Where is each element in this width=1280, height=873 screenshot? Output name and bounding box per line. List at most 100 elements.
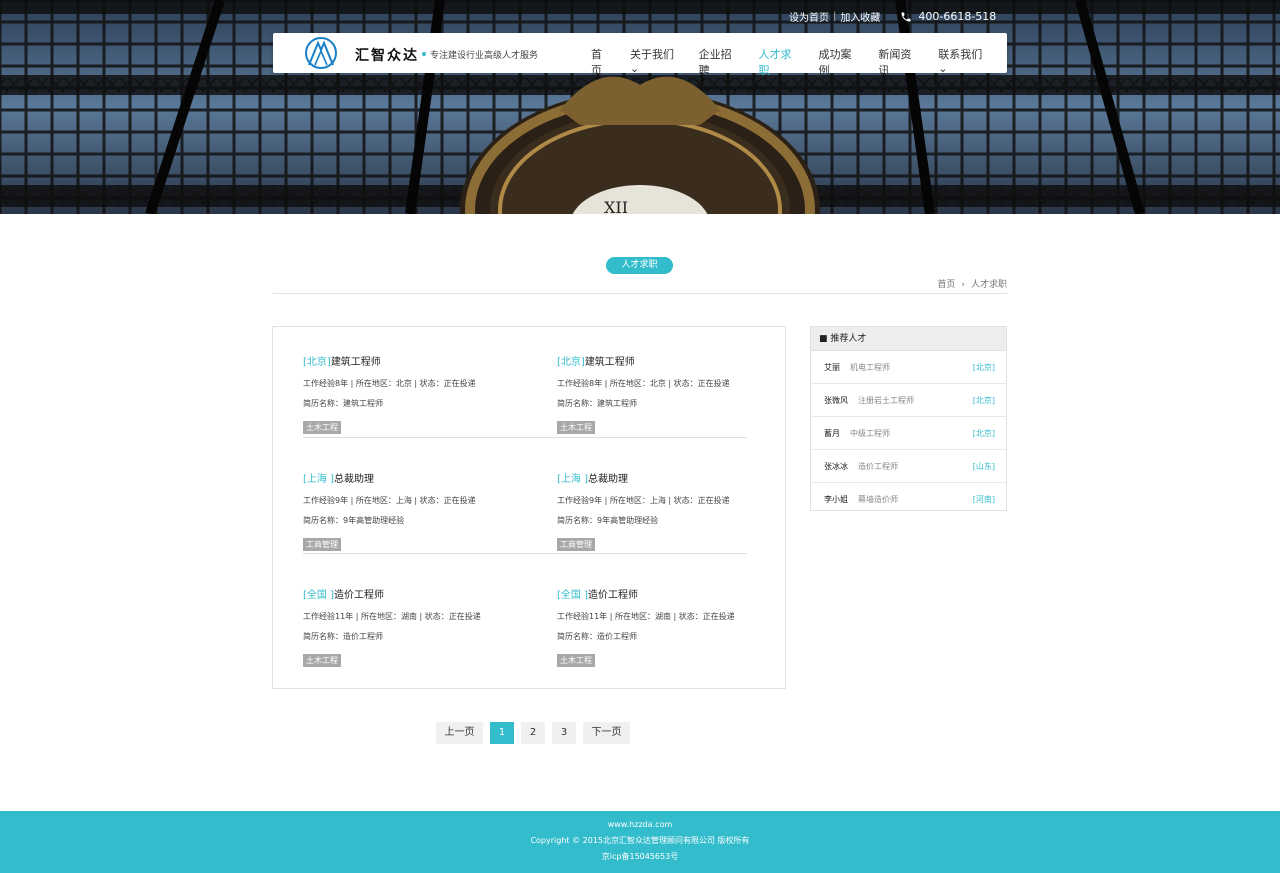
- page-button[interactable]: 2: [521, 722, 545, 744]
- talent-location: [河南]: [972, 495, 995, 504]
- card-position[interactable]: 总裁助理: [334, 474, 374, 485]
- card-meta: 工作经验8年 | 所在地区：北京 | 状态：正在投递: [303, 379, 476, 388]
- talent-job: 注册岩土工程师: [858, 395, 914, 405]
- breadcrumb-current: 人才求职: [970, 280, 1007, 290]
- prev-page-button[interactable]: 上一页: [436, 722, 483, 744]
- talent-name: 张微风: [824, 395, 848, 405]
- card-resume: 简历名称：9年高管助理经验: [303, 516, 405, 525]
- talent-card[interactable]: [全国 ]造价工程师 工作经验11年 | 所在地区：湖南 | 状态：正在投递 简…: [557, 586, 777, 667]
- footer-site[interactable]: www.hzzda.com: [0, 817, 1280, 833]
- top-utility-bar: 设为首页 | 加入收藏 400-6618-518: [789, 9, 996, 24]
- topbar-separator: |: [833, 11, 837, 22]
- card-meta: 工作经验11年 | 所在地区：湖南 | 状态：正在投递: [557, 612, 735, 621]
- phone-icon: [901, 12, 911, 21]
- page-button-current[interactable]: 1: [490, 722, 514, 744]
- footer: www.hzzda.com Copyright © 2015北京汇智众达管理顾问…: [0, 811, 1280, 873]
- card-city: [上海 ]: [303, 474, 334, 485]
- section-divider: [273, 293, 1007, 294]
- card-city: [上海 ]: [557, 474, 588, 485]
- card-city: [全国 ]: [303, 590, 334, 601]
- recommended-talent-panel: ■ 推荐人才 艾丽 机电工程师 [北京] 张微风 注册岩土工程师 [北京] 蓄月…: [810, 326, 1007, 511]
- breadcrumb: 首页 › 人才求职: [937, 277, 1007, 290]
- nav-recruit[interactable]: 企业招聘: [699, 46, 741, 78]
- footer-icp[interactable]: 京icp备15045653号: [0, 849, 1280, 865]
- card-tag: 土木工程: [557, 421, 595, 434]
- next-page-button[interactable]: 下一页: [583, 722, 630, 744]
- phone-contact: 400-6618-518: [900, 10, 996, 23]
- recommended-item[interactable]: 张冰冰 造价工程师 [山东]: [811, 450, 1006, 483]
- panel-title: ■ 推荐人才: [811, 327, 1006, 351]
- card-title: [上海 ]总裁助理: [557, 470, 777, 485]
- card-resume: 简历名称：9年高管助理经验: [557, 516, 659, 525]
- hero-banner: XII 设为首页 | 加入收藏 400-6618-518 汇智众达 专注建设行业…: [0, 0, 1280, 214]
- nav-cases[interactable]: 成功案例: [818, 46, 860, 78]
- nav-home[interactable]: 首页: [591, 46, 612, 78]
- card-tag: 土木工程: [557, 654, 595, 667]
- talent-name: 蓄月: [824, 428, 840, 438]
- recommended-item[interactable]: 张微风 注册岩土工程师 [北京]: [811, 384, 1006, 417]
- talent-location: [北京]: [972, 362, 995, 372]
- talent-job: 造价工程师: [858, 461, 898, 471]
- talent-job: 中级工程师: [850, 428, 890, 438]
- recommended-item[interactable]: 艾丽 机电工程师 [北京]: [811, 351, 1006, 384]
- logo-icon[interactable]: [301, 37, 341, 69]
- talent-location: [山东]: [972, 461, 995, 471]
- card-position[interactable]: 造价工程师: [334, 590, 384, 601]
- card-title: [北京]建筑工程师: [303, 353, 523, 368]
- section-title-badge: 人才求职: [606, 257, 673, 274]
- breadcrumb-home[interactable]: 首页: [937, 280, 955, 290]
- card-resume: 简历名称：建筑工程师: [557, 399, 637, 408]
- card-title: [全国 ]造价工程师: [303, 586, 523, 601]
- card-position[interactable]: 建筑工程师: [331, 357, 381, 368]
- talent-card[interactable]: [北京]建筑工程师 工作经验8年 | 所在地区：北京 | 状态：正在投递 简历名…: [303, 353, 523, 434]
- brand-dot: [422, 52, 426, 56]
- phone-number: 400-6618-518: [918, 10, 997, 23]
- card-position[interactable]: 建筑工程师: [585, 357, 635, 368]
- svg-text:XII: XII: [604, 198, 628, 214]
- nav-talent[interactable]: 人才求职: [759, 46, 801, 78]
- row-divider: [303, 553, 747, 554]
- footer-copyright: Copyright © 2015北京汇智众达管理顾问有限公司 版权所有: [530, 836, 750, 845]
- talent-job: 机电工程师: [850, 362, 890, 372]
- card-meta: 工作经验11年 | 所在地区：湖南 | 状态：正在投递: [303, 612, 481, 621]
- add-favorite-link[interactable]: 加入收藏: [840, 9, 880, 24]
- talent-card[interactable]: [上海 ]总裁助理 工作经验9年 | 所在地区：上海 | 状态：正在投递 简历名…: [303, 470, 523, 551]
- set-home-link[interactable]: 设为首页: [789, 9, 829, 24]
- card-title: [北京]建筑工程师: [557, 353, 777, 368]
- card-meta: 工作经验8年 | 所在地区：北京 | 状态：正在投递: [557, 379, 730, 388]
- card-city: [北京]: [557, 357, 585, 368]
- card-tag: 工商管理: [303, 538, 341, 551]
- card-city: [全国 ]: [557, 590, 588, 601]
- card-title: [上海 ]总裁助理: [303, 470, 523, 485]
- nav-about[interactable]: 关于我们⌄: [630, 46, 681, 78]
- talent-card[interactable]: [北京]建筑工程师 工作经验8年 | 所在地区：北京 | 状态：正在投递 简历名…: [557, 353, 777, 434]
- talent-location: [北京]: [972, 428, 995, 438]
- talent-job: 幕墙造价师: [858, 495, 898, 504]
- main-nav: 首页 关于我们⌄ 企业招聘 人才求职 成功案例 新闻资讯 联系我们⌄: [591, 46, 1007, 78]
- recommended-item[interactable]: 蓄月 中级工程师 [北京]: [811, 417, 1006, 450]
- brand-slogan: 专注建设行业高级人才服务: [430, 51, 539, 61]
- pagination: 上一页 1 2 3 下一页: [436, 722, 637, 744]
- card-tag: 土木工程: [303, 654, 341, 667]
- header-nav-bar: 汇智众达 专注建设行业高级人才服务 首页 关于我们⌄ 企业招聘 人才求职 成功案…: [273, 33, 1007, 77]
- row-divider: [303, 437, 747, 438]
- card-position[interactable]: 造价工程师: [588, 590, 638, 601]
- talent-name: 李小姐: [824, 495, 848, 504]
- talent-name: 张冰冰: [824, 461, 848, 471]
- talent-card[interactable]: [上海 ]总裁助理 工作经验9年 | 所在地区：上海 | 状态：正在投递 简历名…: [557, 470, 777, 551]
- talent-card[interactable]: [全国 ]造价工程师 工作经验11年 | 所在地区：湖南 | 状态：正在投递 简…: [303, 586, 523, 667]
- nav-news[interactable]: 新闻资讯: [878, 46, 920, 78]
- card-city: [北京]: [303, 357, 331, 368]
- card-meta: 工作经验9年 | 所在地区：上海 | 状态：正在投递: [557, 496, 730, 505]
- card-tag: 工商管理: [557, 538, 595, 551]
- recommended-item[interactable]: 李小姐 幕墙造价师 [河南]: [811, 483, 1006, 516]
- chevron-right-icon: ›: [961, 280, 965, 290]
- brand-name: 汇智众达: [355, 48, 419, 64]
- card-resume: 简历名称：造价工程师: [557, 632, 637, 641]
- talent-name: 艾丽: [824, 362, 840, 372]
- card-title: [全国 ]造价工程师: [557, 586, 777, 601]
- nav-contact[interactable]: 联系我们⌄: [938, 46, 989, 78]
- page-button[interactable]: 3: [552, 722, 576, 744]
- card-position[interactable]: 总裁助理: [588, 474, 628, 485]
- talent-list: [北京]建筑工程师 工作经验8年 | 所在地区：北京 | 状态：正在投递 简历名…: [272, 326, 786, 689]
